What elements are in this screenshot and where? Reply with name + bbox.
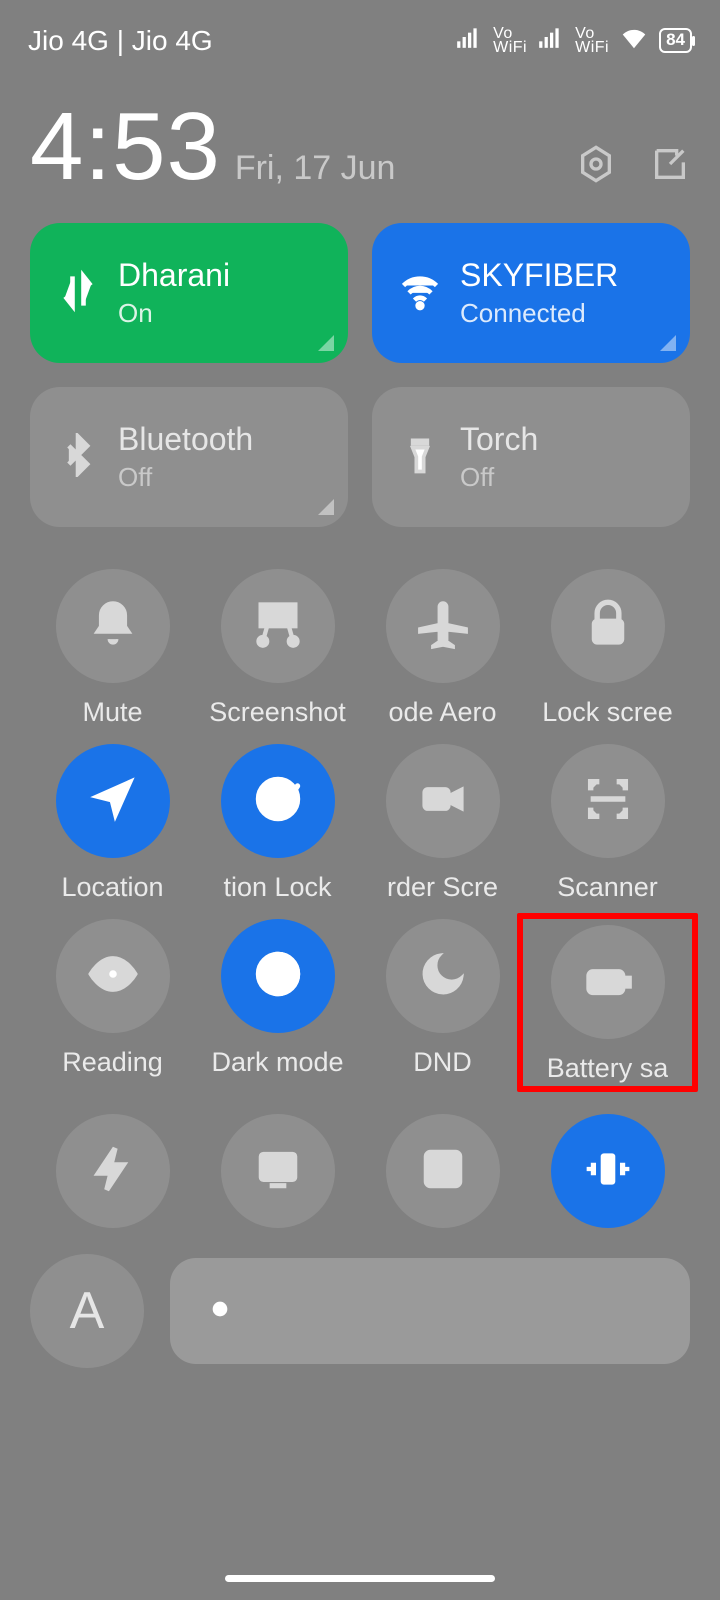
batterysaver-label: Battery sa xyxy=(547,1053,669,1084)
torch-tile[interactable]: Torch Off xyxy=(372,387,690,527)
mobile-data-tile[interactable]: Dharani On xyxy=(30,223,348,363)
vowifi-icon: VoWiFi xyxy=(493,27,527,55)
video-icon xyxy=(417,773,469,830)
mute-toggle[interactable]: Mute xyxy=(30,569,195,728)
scanner-toggle[interactable]: Scanner xyxy=(525,744,690,903)
lockscreen-label: Lock scree xyxy=(542,697,673,728)
location-toggle[interactable]: Location xyxy=(30,744,195,903)
scissors-icon xyxy=(252,598,304,655)
auto-brightness-label: A xyxy=(70,1281,105,1341)
rotation-lock-icon xyxy=(252,773,304,830)
screenshot-toggle[interactable]: Screenshot xyxy=(195,569,360,728)
extra-toggle-1[interactable] xyxy=(56,1114,170,1228)
expand-icon xyxy=(318,499,334,515)
mobile-data-status: On xyxy=(118,298,230,329)
wifi-icon xyxy=(398,269,442,318)
signal-icon xyxy=(455,24,481,57)
extra-toggle-2[interactable] xyxy=(221,1114,335,1228)
rotation-lock-toggle[interactable]: tion Lock xyxy=(195,744,360,903)
status-bar-right: VoWiFi VoWiFi 84 xyxy=(455,22,692,59)
auto-brightness-toggle[interactable]: A xyxy=(30,1254,144,1368)
expand-icon xyxy=(660,335,676,351)
edit-icon[interactable] xyxy=(650,144,690,189)
floating-window-icon xyxy=(418,1144,468,1199)
dnd-label: DND xyxy=(413,1047,472,1078)
torch-icon xyxy=(398,433,442,482)
aeroplane-label: ode Aero xyxy=(388,697,496,728)
bolt-icon xyxy=(88,1144,138,1199)
vibrate-toggle[interactable] xyxy=(551,1114,665,1228)
darkmode-label: Dark mode xyxy=(211,1047,343,1078)
wifi-tile[interactable]: SKYFIBER Connected xyxy=(372,223,690,363)
header-left: 4:53 Fri, 17 Jun xyxy=(30,99,395,195)
location-label: Location xyxy=(61,872,163,903)
contrast-icon xyxy=(252,948,304,1005)
vowifi-icon-sim2: VoWiFi xyxy=(575,27,609,55)
wifi-status-icon xyxy=(619,22,649,59)
sun-icon xyxy=(198,1287,242,1336)
bluetooth-tile[interactable]: Bluetooth Off xyxy=(30,387,348,527)
extra-toggle-3[interactable] xyxy=(386,1114,500,1228)
torch-status: Off xyxy=(460,462,538,493)
scanner-label: Scanner xyxy=(557,872,658,903)
settings-icon[interactable] xyxy=(576,144,616,189)
clock: 4:53 xyxy=(30,99,221,195)
scan-icon xyxy=(582,773,634,830)
vibrate-icon xyxy=(583,1144,633,1199)
reading-mode-toggle[interactable]: Reading xyxy=(30,919,195,1090)
carrier-text: Jio 4G | Jio 4G xyxy=(28,25,213,57)
cast-icon xyxy=(253,1144,303,1199)
battery-saver-toggle[interactable]: Battery sa xyxy=(517,913,698,1092)
bluetooth-name: Bluetooth xyxy=(118,421,253,458)
expand-icon xyxy=(318,335,334,351)
mobile-data-name: Dharani xyxy=(118,257,230,294)
airplane-icon xyxy=(417,598,469,655)
rotation-label: tion Lock xyxy=(223,872,331,903)
dnd-toggle[interactable]: DND xyxy=(360,919,525,1090)
lockscreen-toggle[interactable]: Lock scree xyxy=(525,569,690,728)
bell-icon xyxy=(87,598,139,655)
mobile-data-icon xyxy=(56,269,100,318)
battery-plus-icon xyxy=(582,954,634,1011)
status-bar: Jio 4G | Jio 4G VoWiFi VoWiFi 84 xyxy=(0,0,720,69)
mute-label: Mute xyxy=(82,697,142,728)
bluetooth-icon xyxy=(56,433,100,482)
screenrec-label: rder Scre xyxy=(387,872,498,903)
eye-icon xyxy=(87,948,139,1005)
date: Fri, 17 Jun xyxy=(235,149,396,188)
moon-icon xyxy=(417,948,469,1005)
reading-label: Reading xyxy=(62,1047,163,1078)
bluetooth-status: Off xyxy=(118,462,253,493)
wifi-name: SKYFIBER xyxy=(460,257,618,294)
aeroplane-toggle[interactable]: ode Aero xyxy=(360,569,525,728)
signal-icon-sim2 xyxy=(537,24,563,57)
header-right xyxy=(576,144,690,195)
battery-indicator: 84 xyxy=(659,28,692,53)
wifi-status: Connected xyxy=(460,298,618,329)
dark-mode-toggle[interactable]: Dark mode xyxy=(195,919,360,1090)
panel-header: 4:53 Fri, 17 Jun xyxy=(0,69,720,223)
screenshot-label: Screenshot xyxy=(209,697,346,728)
torch-name: Torch xyxy=(460,421,538,458)
location-arrow-icon xyxy=(87,773,139,830)
home-indicator[interactable] xyxy=(225,1575,495,1582)
brightness-slider[interactable] xyxy=(170,1258,690,1364)
lock-icon xyxy=(582,598,634,655)
screen-recorder-toggle[interactable]: rder Scre xyxy=(360,744,525,903)
